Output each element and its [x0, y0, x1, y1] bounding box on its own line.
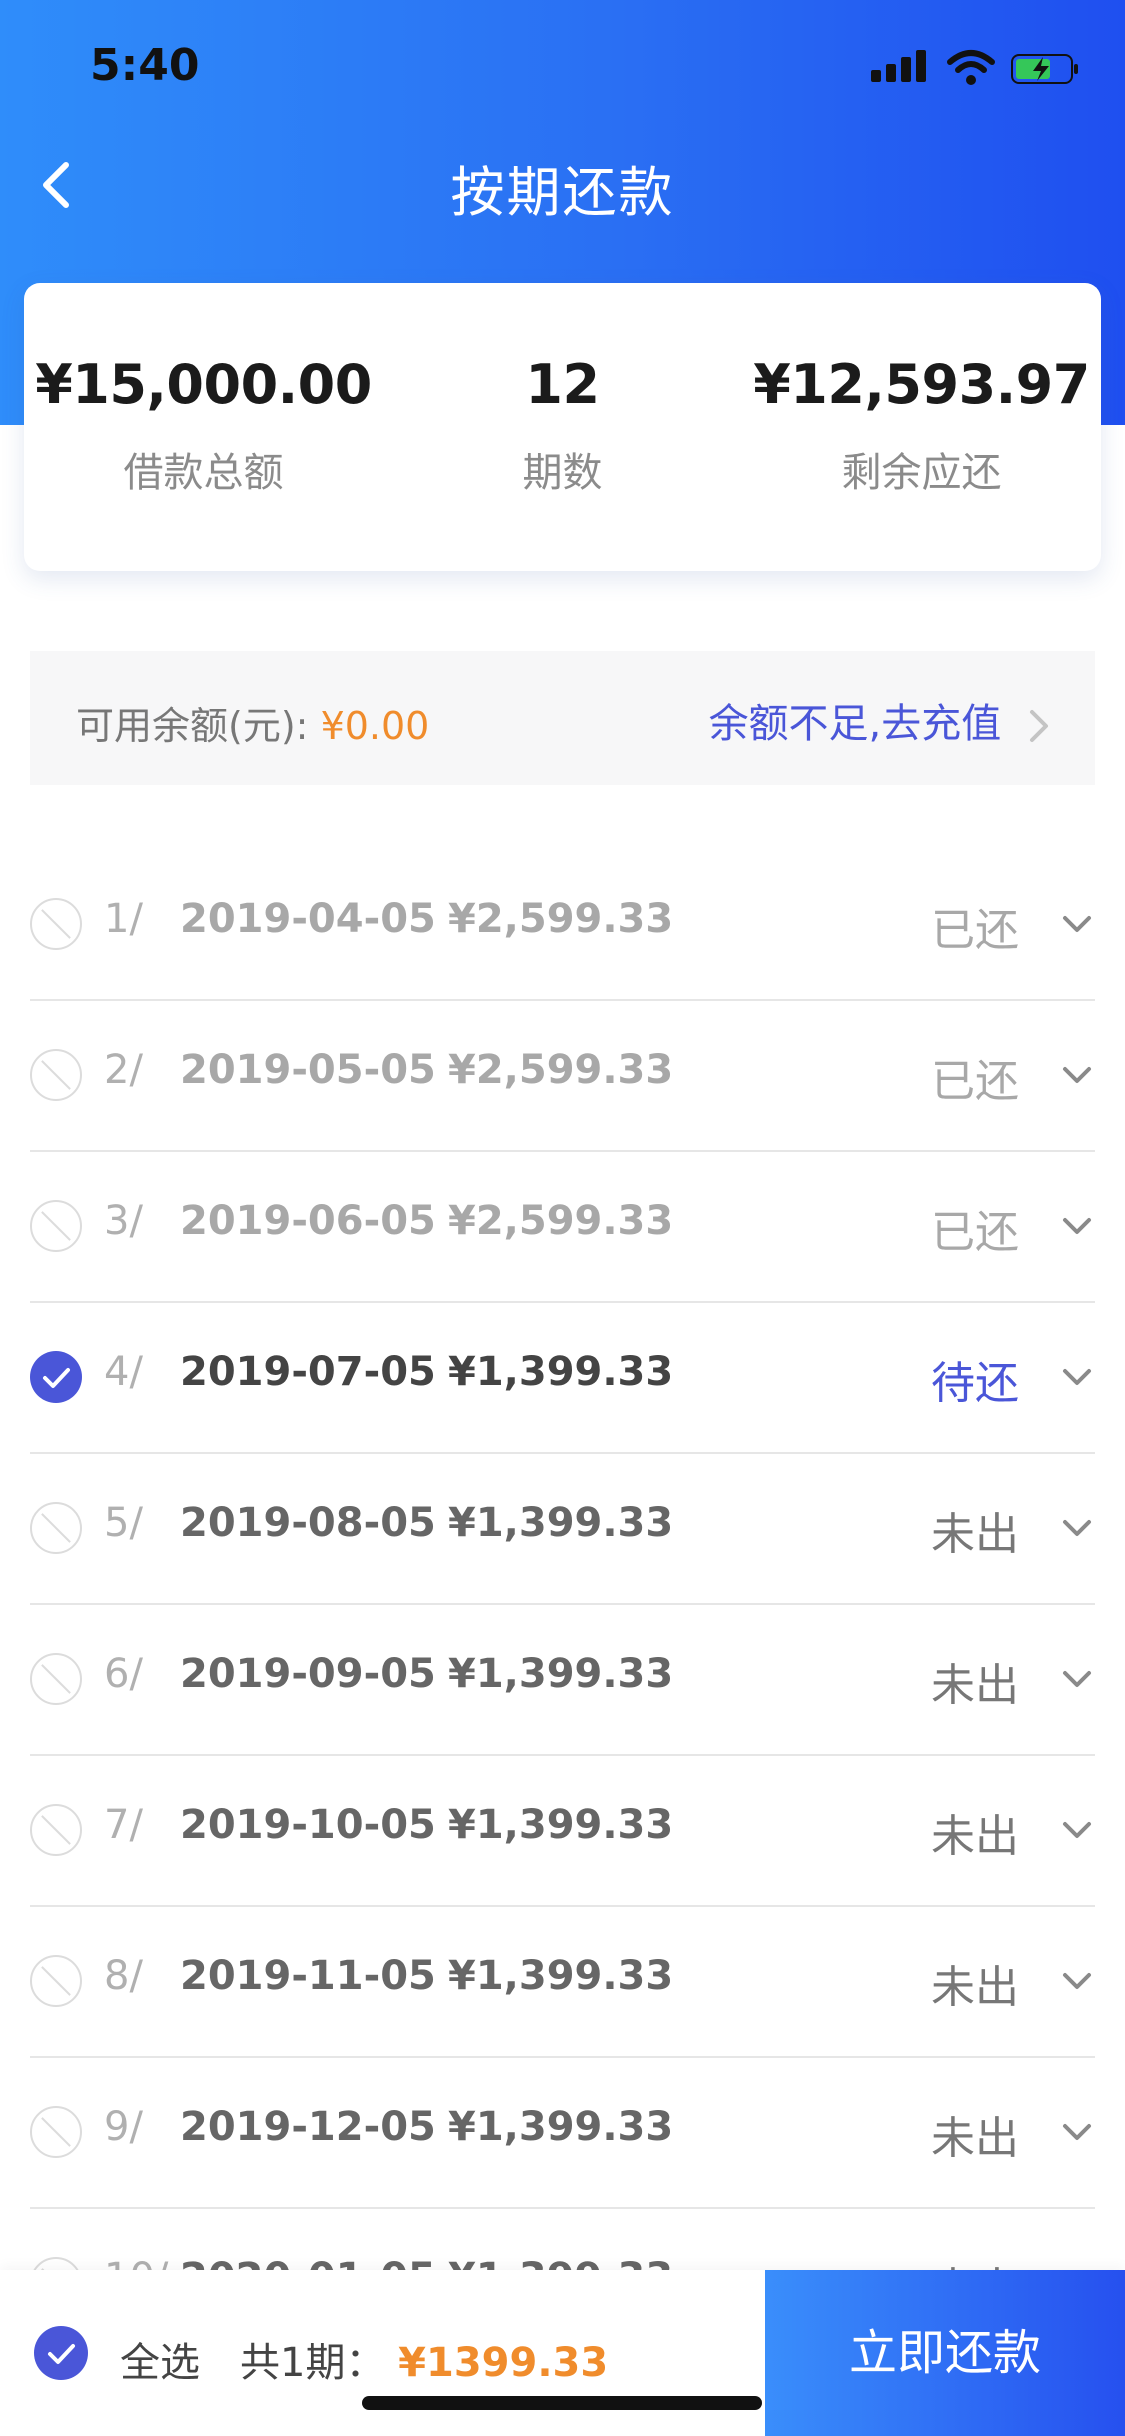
wifi-icon	[947, 50, 995, 85]
recharge-link[interactable]: 余额不足,去充值	[709, 691, 1050, 749]
status-time: 5:40	[90, 40, 200, 91]
loan-summary-card: ¥15,000.00 借款总额 12 期数 ¥12,593.97 剩余应还	[24, 283, 1101, 571]
installment-amount: ¥2,599.33	[448, 1198, 674, 1244]
installment-status: 未出	[931, 1660, 1019, 1711]
disabled-check-icon	[30, 1804, 82, 1856]
installment-row[interactable]: 1/ 2019-04-05 ¥2,599.33 已还	[30, 850, 1095, 1001]
installment-amount: ¥1,399.33	[448, 1500, 674, 1546]
chevron-down-icon[interactable]	[1059, 906, 1095, 942]
installment-row[interactable]: 6/ 2019-09-05 ¥1,399.33 未出	[30, 1605, 1095, 1756]
page-title: 按期还款	[450, 161, 675, 224]
select-all-checkbox[interactable]	[34, 2326, 88, 2380]
chevron-down-icon[interactable]	[1059, 1812, 1095, 1848]
installment-amount: ¥2,599.33	[448, 896, 674, 942]
summary-label: 剩余应还	[841, 450, 1002, 496]
disabled-check-icon	[30, 1200, 82, 1252]
balance-bar: 可用余额(元): ¥0.00 余额不足,去充值	[30, 651, 1095, 785]
balance-value: ¥0.00	[320, 704, 430, 748]
selected-period-summary: 共1期： ¥1399.33	[240, 2330, 608, 2388]
installment-amount: ¥1,399.33	[448, 1953, 674, 1999]
installment-index: 5/	[104, 1500, 143, 1546]
installment-date: 2019-08-05	[180, 1500, 436, 1546]
installment-amount: ¥1,399.33	[448, 1349, 674, 1395]
summary-value: 12	[525, 353, 600, 416]
summary-value: ¥12,593.97	[753, 353, 1090, 416]
disabled-check-icon	[30, 1049, 82, 1101]
installment-date: 2019-10-05	[180, 1802, 436, 1848]
installment-index: 8/	[104, 1953, 143, 1999]
chevron-down-icon[interactable]	[1059, 1057, 1095, 1093]
home-indicator	[362, 2396, 762, 2410]
disabled-check-icon	[30, 1653, 82, 1705]
recharge-link-text: 余额不足,去充值	[708, 701, 1002, 747]
summary-period-count: 12 期数	[383, 353, 742, 498]
installment-row[interactable]: 9/ 2019-12-05 ¥1,399.33 未出	[30, 2058, 1095, 2209]
chevron-down-icon[interactable]	[1059, 1661, 1095, 1697]
bottom-action-bar: 全选 共1期： ¥1399.33 立即还款	[0, 2270, 1125, 2436]
installment-status: 已还	[931, 1207, 1019, 1258]
installment-amount: ¥1,399.33	[448, 1802, 674, 1848]
balance-label: 可用余额(元): ¥0.00	[76, 695, 429, 750]
installment-index: 9/	[104, 2104, 143, 2150]
chevron-down-icon[interactable]	[1059, 1510, 1095, 1546]
installment-status: 未出	[931, 2113, 1019, 2164]
installment-row[interactable]: 5/ 2019-08-05 ¥1,399.33 未出	[30, 1454, 1095, 1605]
installment-date: 2019-06-05	[180, 1198, 436, 1244]
summary-label: 借款总额	[123, 450, 284, 496]
pay-now-button[interactable]: 立即还款	[765, 2270, 1125, 2436]
disabled-check-icon	[30, 898, 82, 950]
battery-charging-icon	[1011, 54, 1078, 84]
installment-row[interactable]: 3/ 2019-06-05 ¥2,599.33 已还	[30, 1152, 1095, 1303]
status-icons	[871, 48, 1081, 88]
installment-row[interactable]: 8/ 2019-11-05 ¥1,399.33 未出	[30, 1907, 1095, 2058]
chevron-down-icon[interactable]	[1059, 1208, 1095, 1244]
installment-status: 已还	[931, 1056, 1019, 1107]
installment-date: 2019-04-05	[180, 896, 436, 942]
summary-value: ¥15,000.00	[35, 353, 372, 416]
installment-index: 4/	[104, 1349, 143, 1395]
installment-status: 未出	[931, 1962, 1019, 2013]
disabled-check-icon	[30, 1955, 82, 2007]
installment-date: 2019-07-05	[180, 1349, 436, 1395]
installment-status: 待还	[931, 1358, 1019, 1409]
installment-status: 已还	[931, 905, 1019, 956]
select-all-label[interactable]: 全选	[120, 2330, 200, 2388]
balance-label-text: 可用余额(元):	[76, 704, 309, 748]
installment-index: 7/	[104, 1802, 143, 1848]
installment-list: 1/ 2019-04-05 ¥2,599.33 已还 2/ 2019-05-05…	[30, 850, 1095, 2360]
disabled-check-icon	[30, 1502, 82, 1554]
summary-total-loan: ¥15,000.00 借款总额	[24, 353, 383, 498]
installment-date: 2019-09-05	[180, 1651, 436, 1697]
installment-amount: ¥1,399.33	[448, 2104, 674, 2150]
period-count-label: 共1期：	[240, 2340, 386, 2386]
installment-status: 未出	[931, 1509, 1019, 1560]
installment-date: 2019-11-05	[180, 1953, 436, 1999]
installment-row[interactable]: 7/ 2019-10-05 ¥1,399.33 未出	[30, 1756, 1095, 1907]
checkmark-circle-icon[interactable]	[30, 1351, 82, 1403]
disabled-check-icon	[30, 2106, 82, 2158]
installment-date: 2019-12-05	[180, 2104, 436, 2150]
chevron-down-icon[interactable]	[1059, 2114, 1095, 2150]
installment-amount: ¥2,599.33	[448, 1047, 674, 1093]
installment-status: 未出	[931, 1811, 1019, 1862]
installment-index: 2/	[104, 1047, 143, 1093]
chevron-down-icon[interactable]	[1059, 1963, 1095, 1999]
installment-row[interactable]: 4/ 2019-07-05 ¥1,399.33 待还	[30, 1303, 1095, 1454]
signal-icon	[871, 48, 931, 88]
installment-amount: ¥1,399.33	[448, 1651, 674, 1697]
selected-amount: ¥1399.33	[398, 2340, 609, 2386]
installment-row[interactable]: 2/ 2019-05-05 ¥2,599.33 已还	[30, 1001, 1095, 1152]
installment-index: 1/	[104, 896, 143, 942]
installment-index: 6/	[104, 1651, 143, 1697]
installment-index: 3/	[104, 1198, 143, 1244]
chevron-down-icon[interactable]	[1059, 1359, 1095, 1395]
chevron-right-icon	[1030, 710, 1048, 742]
summary-label: 期数	[522, 450, 603, 496]
summary-remaining: ¥12,593.97 剩余应还	[742, 353, 1101, 498]
installment-date: 2019-05-05	[180, 1047, 436, 1093]
